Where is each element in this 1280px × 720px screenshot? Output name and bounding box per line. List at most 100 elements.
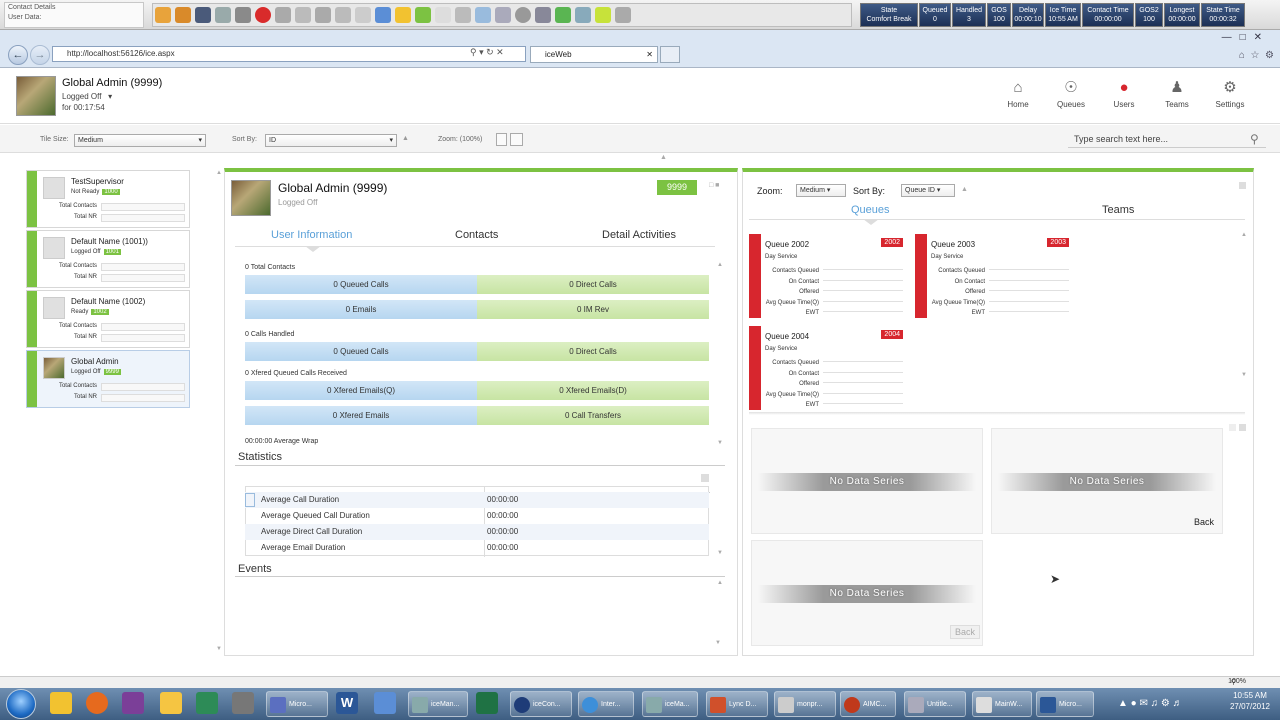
tab-queues[interactable]: Queues bbox=[851, 204, 890, 216]
mail-icon[interactable] bbox=[435, 7, 451, 23]
table-row[interactable]: Average Direct Call Duration 00:00:00 bbox=[245, 524, 709, 540]
taskbar-item[interactable]: AIMC... bbox=[840, 691, 896, 717]
tools-gear-icon[interactable]: ⚙ bbox=[1265, 50, 1274, 61]
right-zoom-select[interactable]: Medium ▾ bbox=[796, 184, 846, 197]
maximize-icon[interactable]: □ bbox=[1240, 32, 1246, 43]
table-row[interactable]: Average Queued Call Duration 00:00:00 bbox=[245, 508, 709, 524]
taskbar-item[interactable]: Untitle... bbox=[904, 691, 966, 717]
taskbar-item[interactable]: iceMa... bbox=[642, 691, 698, 717]
close-tab-icon[interactable]: ✕ bbox=[646, 47, 653, 62]
taskbar-item[interactable]: monpr... bbox=[774, 691, 836, 717]
tools-icon[interactable] bbox=[232, 692, 254, 714]
pin-icon[interactable]: □ ■ bbox=[709, 182, 719, 189]
new-tab-button[interactable] bbox=[660, 46, 680, 63]
hold-icon[interactable] bbox=[175, 7, 191, 23]
browser-tab[interactable]: iceWeb ✕ bbox=[530, 46, 658, 63]
table-row[interactable]: Average Call Duration 00:00:00 bbox=[245, 492, 709, 508]
cursor-icon[interactable] bbox=[575, 7, 591, 23]
statistics-menu-icon[interactable] bbox=[701, 474, 709, 482]
taskbar-item[interactable]: Micro... bbox=[266, 691, 328, 717]
agent-card[interactable]: Default Name (1001)) Logged Off 1001 Tota… bbox=[26, 230, 190, 288]
close-window-icon[interactable]: ✕ bbox=[1254, 32, 1262, 43]
taskbar-item[interactable]: MainW... bbox=[972, 691, 1032, 717]
sort-by-select[interactable]: ID ▾ bbox=[265, 134, 397, 147]
scroll-up-icon[interactable]: ▲ bbox=[717, 580, 723, 586]
queue-card[interactable]: Queue 2002 2002 Day Service Contacts Que… bbox=[749, 234, 907, 318]
taskbar-item[interactable]: Micro... bbox=[1036, 691, 1094, 717]
onenote-icon[interactable] bbox=[122, 692, 144, 714]
queue-card[interactable]: Queue 2004 2004 Day Service Contacts Que… bbox=[749, 326, 907, 410]
stop-icon[interactable] bbox=[235, 7, 251, 23]
taskbar-item[interactable]: iceMan... bbox=[408, 691, 468, 717]
word-icon[interactable]: W bbox=[336, 692, 358, 714]
gear-icon[interactable] bbox=[535, 7, 551, 23]
home-browser-icon[interactable]: ⌂ bbox=[1239, 50, 1245, 61]
document-icon[interactable] bbox=[475, 7, 491, 23]
sort-direction-icon[interactable]: ▲ bbox=[961, 186, 968, 193]
taskbar-item[interactable]: iceCon... bbox=[510, 691, 572, 717]
transfer-icon[interactable] bbox=[215, 7, 231, 23]
scroll-down-icon[interactable]: ▼ bbox=[717, 550, 723, 556]
tile-size-select[interactable]: Medium ▾ bbox=[74, 134, 206, 147]
nav-settings[interactable]: ⚙ Settings bbox=[1206, 80, 1254, 110]
scroll-up-icon[interactable]: ▲ bbox=[216, 170, 222, 176]
minimize-icon[interactable]: — bbox=[1222, 32, 1232, 43]
hangup-icon[interactable] bbox=[255, 7, 271, 23]
zoom-in-button[interactable] bbox=[496, 133, 507, 146]
warning-icon[interactable] bbox=[395, 7, 411, 23]
app-icon[interactable] bbox=[196, 692, 218, 714]
address-bar[interactable]: http://localhost:56126/ice.aspx bbox=[52, 46, 526, 62]
search-icon[interactable] bbox=[615, 7, 631, 23]
chart-menu-icon[interactable] bbox=[1229, 424, 1236, 431]
tab-teams[interactable]: Teams bbox=[1102, 204, 1134, 216]
back-button-disabled[interactable]: Back bbox=[950, 625, 981, 639]
nav-home[interactable]: ⌂ Home bbox=[994, 80, 1042, 110]
agent-card-selected[interactable]: Global Admin Logged Off 9999 Total Contac… bbox=[26, 350, 190, 408]
back-button[interactable]: Back bbox=[1194, 517, 1214, 527]
address-search-icon[interactable]: ⚲ ▾ ↻ ✕ bbox=[470, 47, 504, 58]
forward-arrow-icon[interactable]: → bbox=[30, 45, 50, 65]
taskbar-item[interactable]: Lync D... bbox=[706, 691, 768, 717]
firefox-icon[interactable] bbox=[86, 692, 108, 714]
tab-contacts[interactable]: Contacts bbox=[455, 229, 498, 241]
scroll-down-icon[interactable]: ▼ bbox=[216, 646, 222, 652]
queue-card[interactable]: Queue 2003 2003 Day Service Contacts Que… bbox=[915, 234, 1073, 318]
image-icon[interactable] bbox=[415, 7, 431, 23]
record-dot-icon[interactable] bbox=[515, 7, 531, 23]
tab-user-information[interactable]: User Information bbox=[271, 229, 352, 241]
taskbar-item[interactable]: Inter... bbox=[578, 691, 634, 717]
headset-icon[interactable] bbox=[335, 7, 351, 23]
agent-card[interactable]: Default Name (1002) Ready 1002 Total Cont… bbox=[26, 290, 190, 348]
table-row[interactable]: Average Email Duration 00:00:00 bbox=[245, 540, 709, 556]
scroll-down-icon[interactable]: ▼ bbox=[717, 440, 723, 446]
user-status-dropdown[interactable]: Logged Off ▾ bbox=[62, 92, 112, 101]
zoom-icon[interactable]: ⚲ bbox=[1231, 678, 1236, 686]
scroll-down-icon[interactable]: ▼ bbox=[715, 640, 721, 646]
outlook-icon[interactable] bbox=[50, 692, 72, 714]
redo-icon[interactable] bbox=[275, 7, 291, 23]
system-clock[interactable]: 10:55 AM 27/07/2012 bbox=[1230, 690, 1270, 712]
conference-icon[interactable] bbox=[295, 7, 311, 23]
search-icon[interactable]: ⚲ bbox=[1250, 132, 1259, 146]
chart-menu-icon[interactable] bbox=[1239, 424, 1246, 431]
record-icon[interactable] bbox=[355, 7, 371, 23]
agent-card[interactable]: TestSupervisor Not Ready 1000 Total Conta… bbox=[26, 170, 190, 228]
favorites-icon[interactable]: ☆ bbox=[1251, 50, 1260, 61]
back-arrow-icon[interactable]: ← bbox=[8, 45, 28, 65]
lock-icon[interactable] bbox=[595, 7, 611, 23]
sort-direction-icon[interactable]: ▲ bbox=[402, 135, 409, 142]
folder-icon[interactable] bbox=[160, 692, 182, 714]
music-icon[interactable] bbox=[315, 7, 331, 23]
globe-icon[interactable] bbox=[555, 7, 571, 23]
scroll-down-icon[interactable]: ▼ bbox=[1241, 372, 1247, 378]
start-button[interactable] bbox=[6, 689, 36, 719]
scroll-up-icon[interactable]: ▲ bbox=[1241, 232, 1247, 238]
panel-menu-icon[interactable] bbox=[1239, 182, 1246, 189]
settings-icon[interactable] bbox=[495, 7, 511, 23]
phone-icon[interactable] bbox=[155, 7, 171, 23]
nav-users[interactable]: ● Users bbox=[1100, 80, 1148, 110]
search-input[interactable]: Type search text here... bbox=[1068, 130, 1266, 148]
grid-icon[interactable] bbox=[455, 7, 471, 23]
keypad-icon[interactable] bbox=[195, 7, 211, 23]
chart-icon[interactable] bbox=[375, 7, 391, 23]
